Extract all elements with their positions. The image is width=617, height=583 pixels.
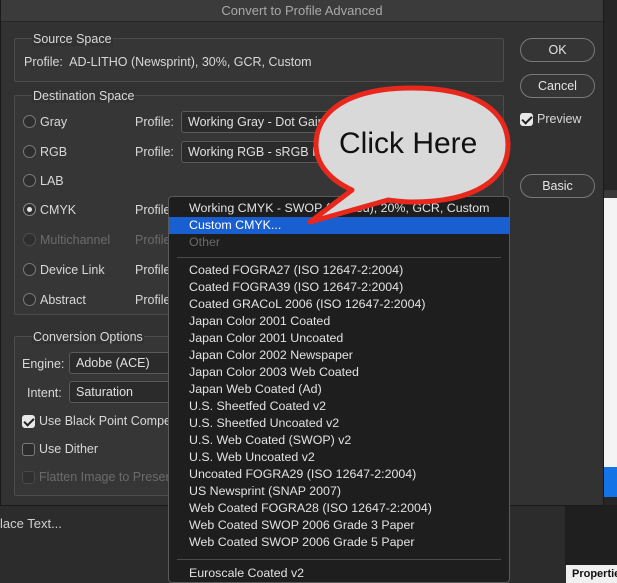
callout-text: Click Here — [339, 127, 478, 160]
click-here-callout — [307, 85, 511, 225]
